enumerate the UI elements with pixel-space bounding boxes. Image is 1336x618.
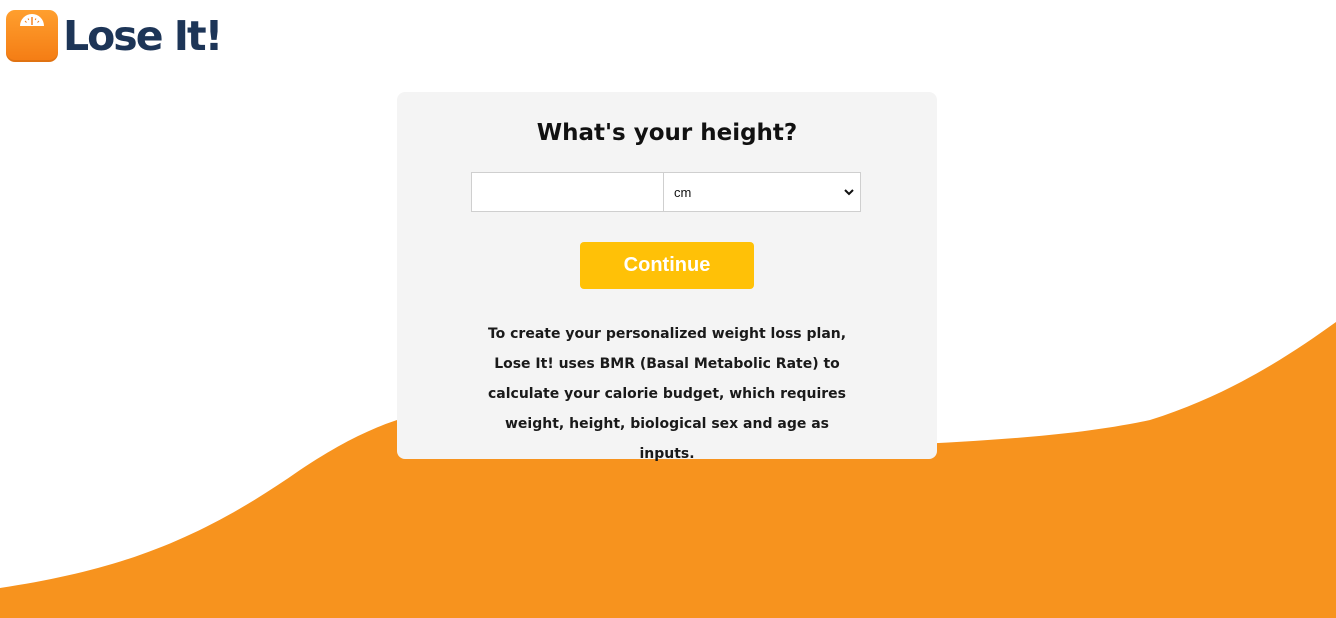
unit-select-value: cm xyxy=(674,184,692,200)
scale-icon xyxy=(6,10,58,62)
brand-name: Lose It! xyxy=(63,12,223,60)
height-row: cm xyxy=(471,172,861,212)
brand-logo[interactable]: Lose It! xyxy=(6,10,223,62)
chevron-down-icon xyxy=(844,189,854,196)
continue-button[interactable]: Continue xyxy=(580,242,754,289)
unit-select[interactable]: cm xyxy=(663,172,861,212)
height-card: What's your height? cm Continue To creat… xyxy=(397,92,937,462)
bmr-info-text: To create your personalized weight loss … xyxy=(487,326,847,462)
height-input[interactable] xyxy=(471,172,663,212)
page-title: What's your height? xyxy=(536,120,798,146)
